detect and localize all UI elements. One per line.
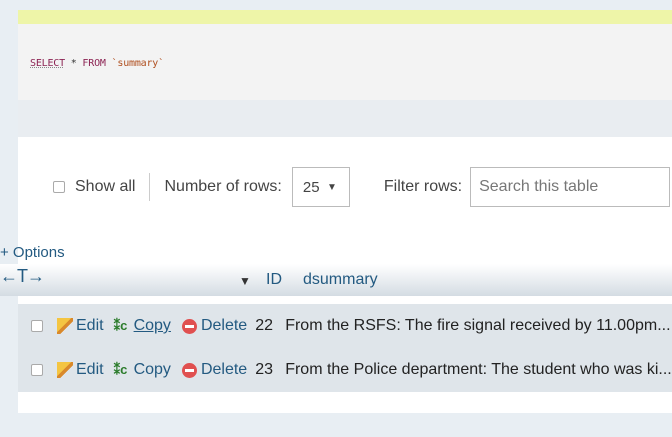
copy-icon: ⁑c bbox=[113, 362, 128, 377]
table-row: Edit ⁑c Copy Delete 22 From the RSFS: Th… bbox=[18, 304, 672, 348]
copy-action[interactable]: ⁑c Copy bbox=[104, 361, 171, 379]
sql-star: * bbox=[70, 58, 77, 69]
delete-icon bbox=[181, 318, 197, 334]
column-header-id[interactable]: ID bbox=[266, 271, 282, 289]
table-row: Edit ⁑c Copy Delete 23 From the Police d… bbox=[18, 348, 672, 392]
table-navigation: Show all Number of rows: 25 ▼ Filter row… bbox=[38, 164, 671, 210]
delete-link[interactable]: Delete bbox=[201, 361, 247, 379]
filter-rows-input[interactable]: Search this table bbox=[470, 167, 671, 207]
filter-placeholder: Search this table bbox=[479, 178, 599, 195]
column-resize-arrows[interactable]: ←T→ bbox=[0, 266, 45, 287]
table-header: ▼ ID dsummary bbox=[0, 264, 672, 296]
cell-id: 22 bbox=[255, 317, 273, 334]
chevron-down-icon: ▼ bbox=[326, 181, 337, 193]
filter-rows-label: Filter rows: bbox=[383, 178, 463, 195]
cell-dsummary: From the Police department: The student … bbox=[285, 361, 672, 378]
delete-action[interactable]: Delete bbox=[171, 317, 247, 335]
show-all-checkbox[interactable] bbox=[53, 181, 65, 193]
edit-action[interactable]: Edit bbox=[43, 361, 104, 379]
delete-link[interactable]: Delete bbox=[201, 317, 247, 335]
column-header-dsummary[interactable]: dsummary bbox=[303, 271, 378, 289]
top-band bbox=[0, 0, 672, 10]
show-all-control[interactable]: Show all bbox=[38, 178, 149, 196]
copy-link[interactable]: Copy bbox=[134, 317, 171, 335]
sql-query-text[interactable]: SELECT * FROM `summary` bbox=[30, 58, 164, 69]
sql-from-keyword: FROM bbox=[82, 58, 106, 69]
pencil-icon bbox=[57, 362, 73, 378]
edit-link[interactable]: Edit bbox=[76, 361, 104, 379]
sort-dropdown-icon[interactable]: ▼ bbox=[239, 274, 251, 288]
sql-query-box: SELECT * FROM `summary` bbox=[18, 10, 672, 137]
row-checkbox[interactable] bbox=[31, 364, 43, 376]
sql-select-keyword[interactable]: SELECT bbox=[30, 58, 65, 69]
number-of-rows-label: Number of rows: bbox=[164, 178, 282, 195]
copy-icon: ⁑c bbox=[113, 318, 128, 333]
cell-id: 23 bbox=[255, 361, 273, 378]
delete-icon bbox=[181, 362, 197, 378]
show-all-label[interactable]: Show all bbox=[75, 178, 135, 196]
pencil-icon bbox=[57, 318, 73, 334]
rows-select-value: 25 bbox=[302, 178, 320, 196]
number-of-rows-select[interactable]: 25 ▼ bbox=[291, 167, 350, 207]
options-link[interactable]: + Options bbox=[0, 244, 65, 261]
row-checkbox[interactable] bbox=[31, 320, 43, 332]
cell-dsummary: From the RSFS: The fire signal received … bbox=[285, 317, 671, 334]
copy-link[interactable]: Copy bbox=[134, 361, 171, 379]
delete-action[interactable]: Delete bbox=[171, 361, 247, 379]
sql-query-row: SELECT * FROM `summary` bbox=[18, 24, 672, 100]
sql-table-name: `summary` bbox=[111, 58, 165, 69]
edit-link[interactable]: Edit bbox=[76, 317, 104, 335]
copy-action[interactable]: ⁑c Copy bbox=[104, 317, 171, 335]
edit-action[interactable]: Edit bbox=[43, 317, 104, 335]
